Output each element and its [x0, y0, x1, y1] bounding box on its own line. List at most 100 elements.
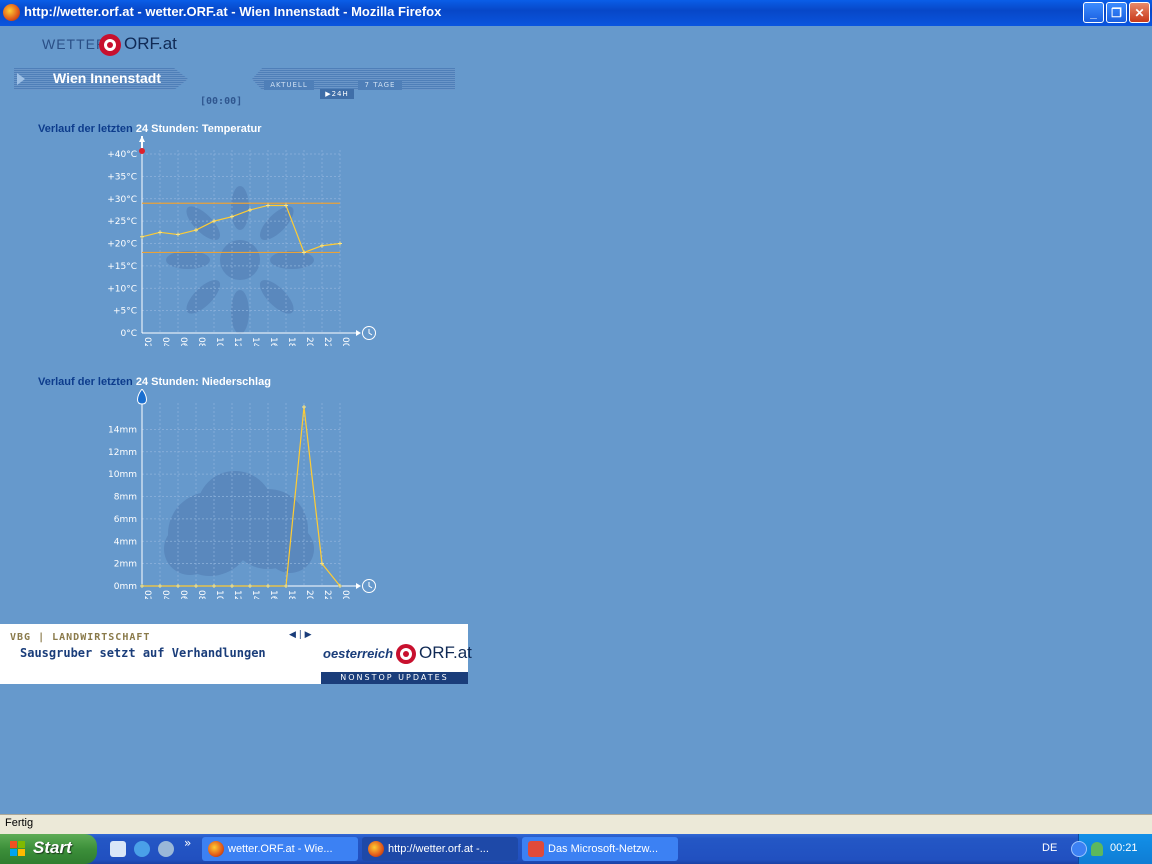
temperature-chart-title: Verlauf der letzten 24 Stunden: Temperat…: [38, 123, 262, 135]
y-tick-label: 10mm: [108, 470, 137, 480]
orf-ring-icon: [396, 644, 416, 664]
y-tick-label: +15°C: [107, 262, 137, 272]
minimize-button[interactable]: _: [1083, 2, 1104, 23]
language-indicator[interactable]: DE: [1042, 842, 1057, 854]
orf-ring-icon: [99, 34, 121, 56]
clock: 00:21: [1110, 842, 1138, 854]
y-tick-label: +40°C: [107, 150, 137, 160]
x-tick-label: 06:00: [178, 337, 188, 346]
x-tick-label: 20:00: [304, 337, 314, 346]
x-tick-label: 08:00: [196, 337, 206, 346]
temperature-title-prefix: Verlauf der letzten: [38, 123, 133, 135]
precipitation-chart-title: Verlauf der letzten 24 Stunden: Niedersc…: [38, 376, 271, 388]
data-point: [158, 230, 162, 235]
y-tick-label: 2mm: [114, 560, 137, 570]
x-tick-label: 18:00: [286, 590, 296, 599]
maximize-button[interactable]: ❐: [1106, 2, 1127, 23]
x-tick-label: 10:00: [214, 337, 224, 346]
task-microsoft-netzwerk[interactable]: Das Microsoft-Netzw...: [522, 837, 678, 861]
nonstop-updates-label: NONSTOP UPDATES: [321, 672, 468, 684]
x-axis-arrow: [356, 583, 361, 589]
x-tick-label: 06:00: [178, 590, 188, 599]
heart-icon: [528, 841, 544, 857]
sun-watermark-icon: [166, 186, 314, 334]
data-point: [158, 584, 162, 588]
data-point: [302, 405, 306, 409]
tab-24h[interactable]: ▶24H: [320, 89, 354, 99]
task-wetter-url[interactable]: http://wetter.orf.at -...: [362, 837, 518, 861]
news-pager-arrows[interactable]: ◀ | ▶: [289, 630, 312, 640]
x-tick-label: 00:00: [340, 590, 350, 599]
news-ticker[interactable]: VBG | LANDWIRTSCHAFT Sausgruber setzt au…: [0, 624, 472, 684]
y-tick-label: 8mm: [114, 493, 137, 503]
y-tick-label: 0mm: [114, 582, 137, 592]
logo-wetter-text: WETTER: [42, 36, 108, 52]
precipitation-title-prefix: Verlauf der letzten: [38, 376, 133, 388]
temperature-chart: 0°C +5°C +10°C +15°C +20°C +25°C +30°C +35°C +40…: [107, 136, 376, 346]
window-title-bar[interactable]: http://wetter.orf.at - wetter.ORF.at - W…: [0, 0, 1152, 26]
x-tick-label: 02:00: [142, 590, 152, 599]
data-point: [212, 584, 216, 588]
brand-oesterreich: oesterreich: [323, 646, 394, 661]
messenger-icon[interactable]: [1091, 842, 1103, 856]
precipitation-chart: 0mm 2mm 4mm 6mm 8mm 10mm 12mm 14mm 02:00 04:00 06:…: [108, 389, 376, 599]
y-tick-label: +5°C: [113, 307, 137, 317]
data-point: [140, 234, 144, 239]
y-tick-label: +10°C: [107, 284, 137, 294]
thermometer-stem: [141, 136, 143, 148]
oesterreich-orf-brand[interactable]: oesterreich ORF.at NONSTOP UPDATES: [321, 624, 472, 684]
data-point: [176, 232, 180, 237]
tab-7-tage[interactable]: 7 TAGE: [358, 80, 402, 90]
x-tick-label: 16:00: [268, 590, 278, 599]
task-label: Das Microsoft-Netzw...: [548, 843, 659, 855]
x-axis-arrow: [356, 330, 361, 336]
data-point: [338, 241, 342, 246]
data-point: [194, 584, 198, 588]
city-name: Wien Innenstadt: [53, 70, 161, 86]
windows-flag-icon: [10, 841, 25, 856]
firefox-icon: [208, 841, 224, 857]
y-tick-label: 12mm: [108, 448, 137, 458]
tray-expand-icon[interactable]: [1071, 841, 1087, 857]
firefox-icon: [3, 4, 20, 21]
y-tick-label: +25°C: [107, 217, 137, 227]
quicklaunch-desktop-icon[interactable]: [110, 841, 126, 857]
temperature-title-suffix: 24 Stunden: Temperatur: [135, 123, 262, 135]
task-label: wetter.ORF.at - Wie...: [228, 843, 333, 855]
data-point: [140, 584, 144, 588]
clock-hands: [368, 329, 373, 336]
quicklaunch-media-icon[interactable]: [158, 841, 174, 857]
y-tick-label: +20°C: [107, 240, 137, 250]
x-tick-label: 18:00: [286, 337, 296, 346]
x-tick-label: 10:00: [214, 590, 224, 599]
view-nav: AKTUELL 7 TAGE: [252, 68, 455, 90]
firefox-icon: [368, 841, 384, 857]
taskbar: Start » wetter.ORF.at - Wie... http://we…: [0, 834, 1152, 864]
x-tick-label: 02:00: [142, 337, 152, 346]
tab-aktuell[interactable]: AKTUELL: [264, 80, 314, 90]
y-tick-label: 0°C: [120, 329, 137, 339]
y-tick-label: 4mm: [114, 537, 137, 547]
quicklaunch-ie-icon[interactable]: [134, 841, 150, 857]
data-point: [176, 584, 180, 588]
start-button[interactable]: Start: [0, 834, 97, 864]
task-label: http://wetter.orf.at -...: [388, 843, 489, 855]
status-text: Fertig: [5, 817, 34, 829]
brand-orf: ORF.at: [419, 643, 472, 662]
page-content: WETTER ORF.at Wien Innenstadt AKTUELL 7 …: [0, 26, 1152, 814]
x-tick-label: 12:00: [232, 337, 242, 346]
task-wetter-orf[interactable]: wetter.ORF.at - Wie...: [202, 837, 358, 861]
window-title: http://wetter.orf.at - wetter.ORF.at - W…: [24, 4, 442, 19]
x-tick-label: 22:00: [322, 337, 332, 346]
data-point: [266, 584, 270, 588]
quicklaunch-more-chevron[interactable]: »: [184, 836, 191, 850]
close-button[interactable]: ✕: [1129, 2, 1150, 23]
cloud-watermark-icon: [164, 471, 314, 576]
data-point: [266, 203, 270, 208]
news-headline[interactable]: Sausgruber setzt auf Verhandlungen: [20, 646, 266, 660]
clock-hands: [368, 582, 373, 589]
x-tick-label: 14:00: [250, 337, 260, 346]
water-drop-icon: [137, 389, 147, 405]
y-tick-label: 6mm: [114, 515, 137, 525]
x-tick-label: 08:00: [196, 590, 206, 599]
